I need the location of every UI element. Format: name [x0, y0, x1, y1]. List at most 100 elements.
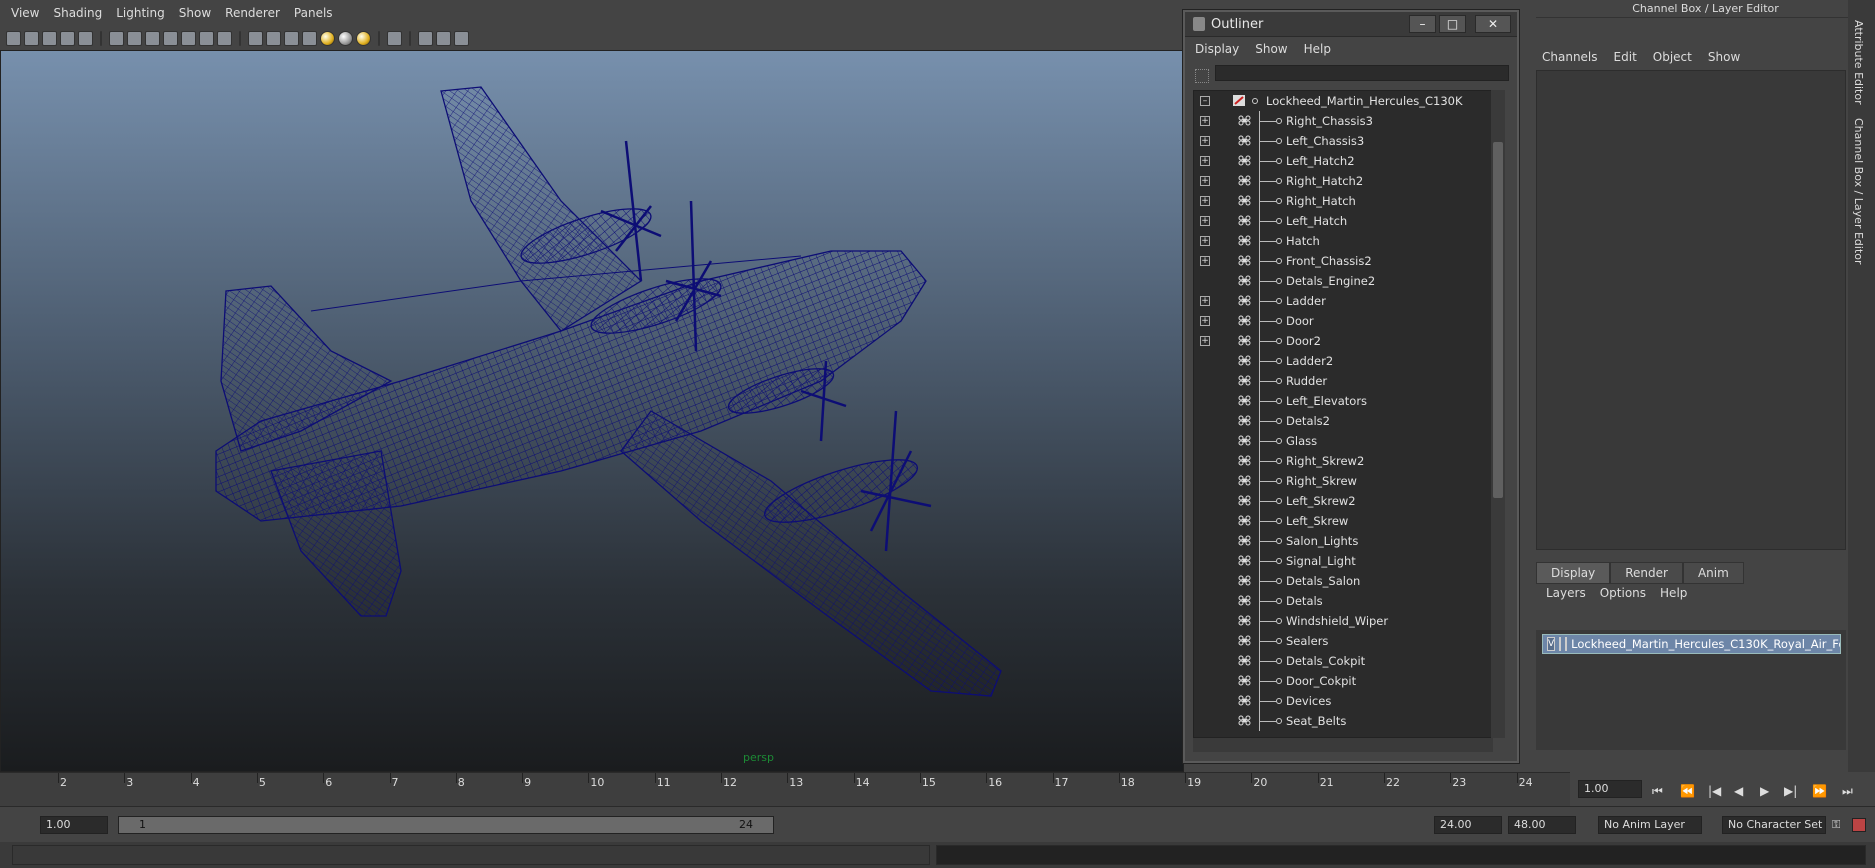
expand-toggle[interactable]: + — [1200, 256, 1210, 266]
outliner-item[interactable]: Devices — [1194, 691, 1492, 711]
channel-menu-channels[interactable]: Channels — [1542, 50, 1598, 64]
high-quality-icon[interactable] — [356, 30, 371, 46]
outliner-item[interactable]: Rudder — [1194, 371, 1492, 391]
xray-components-icon[interactable] — [454, 30, 469, 46]
outliner-vertical-scrollbar[interactable] — [1491, 90, 1505, 738]
outliner-item[interactable]: Left_Skrew2 — [1194, 491, 1492, 511]
layer-color-swatch[interactable] — [1565, 637, 1568, 651]
camera-select-icon[interactable] — [6, 30, 21, 46]
isolate-select-icon[interactable] — [387, 30, 402, 46]
camera-attributes-icon[interactable] — [24, 30, 39, 46]
expand-toggle[interactable]: + — [1200, 316, 1210, 326]
outliner-menu-help[interactable]: Help — [1304, 42, 1331, 56]
character-set-select[interactable]: No Character Set — [1722, 816, 1826, 834]
outliner-item[interactable]: + Right_Hatch — [1194, 191, 1492, 211]
outliner-item[interactable]: Windshield_Wiper — [1194, 611, 1492, 631]
scrollbar-thumb[interactable] — [1493, 142, 1503, 498]
outliner-item[interactable]: Detals_Salon — [1194, 571, 1492, 591]
outliner-item[interactable]: Detals_Engine2 — [1194, 271, 1492, 291]
layer-template-toggle[interactable] — [1559, 637, 1562, 651]
outliner-item[interactable]: Detals2 — [1194, 411, 1492, 431]
expand-toggle[interactable]: + — [1200, 216, 1210, 226]
step-forward-key-icon[interactable]: ⏩ — [1812, 784, 1827, 798]
expand-toggle[interactable]: + — [1200, 196, 1210, 206]
channel-menu-object[interactable]: Object — [1653, 50, 1692, 64]
menu-renderer[interactable]: Renderer — [218, 6, 287, 20]
image-plane-icon[interactable] — [60, 30, 75, 46]
command-input[interactable] — [12, 845, 930, 865]
film-gate-icon[interactable] — [127, 30, 142, 46]
outliner-window[interactable]: Outliner – □ ✕ Display Show Help – Lockheed… — [1183, 10, 1519, 763]
outliner-item[interactable]: + Left_Chassis3 — [1194, 131, 1492, 151]
expand-toggle[interactable]: + — [1200, 176, 1210, 186]
go-to-end-icon[interactable]: ⏭ — [1842, 784, 1853, 799]
end-time-field[interactable]: 24.00 — [1434, 816, 1502, 834]
close-button[interactable]: ✕ — [1475, 15, 1511, 33]
menu-view[interactable]: View — [4, 6, 46, 20]
layer-visibility-toggle[interactable]: V — [1547, 637, 1556, 651]
start-time-field[interactable]: 1.00 — [40, 816, 108, 834]
resolution-gate-icon[interactable] — [145, 30, 160, 46]
outliner-item[interactable]: Salon_Lights — [1194, 531, 1492, 551]
filter-icon[interactable] — [1195, 69, 1209, 83]
play-backwards-icon[interactable]: ◀ — [1734, 784, 1743, 798]
expand-toggle[interactable]: + — [1200, 116, 1210, 126]
channel-list[interactable] — [1536, 70, 1846, 550]
shadows-icon[interactable] — [338, 30, 353, 46]
maximize-button[interactable]: □ — [1439, 15, 1466, 33]
preferences-icon[interactable] — [1852, 818, 1866, 832]
safe-action-icon[interactable] — [199, 30, 214, 46]
display-layer-row[interactable]: V Lockheed_Martin_Hercules_C130K_Royal_A… — [1542, 634, 1841, 654]
gate-mask-icon[interactable] — [163, 30, 178, 46]
smooth-shade-icon[interactable] — [266, 30, 281, 46]
current-frame-field[interactable]: 1.00 — [1578, 780, 1642, 798]
outliner-item[interactable]: + Left_Hatch — [1194, 211, 1492, 231]
outliner-filter-input[interactable] — [1215, 65, 1509, 81]
expand-toggle[interactable]: + — [1200, 136, 1210, 146]
xray-icon[interactable] — [418, 30, 433, 46]
step-back-frame-icon[interactable]: |◀ — [1708, 784, 1721, 798]
field-chart-icon[interactable] — [181, 30, 196, 46]
outliner-item[interactable]: Signal_Light — [1194, 551, 1492, 571]
expand-toggle[interactable]: + — [1200, 236, 1210, 246]
menu-panels[interactable]: Panels — [287, 6, 340, 20]
layer-menu-layers[interactable]: Layers — [1546, 586, 1586, 600]
outliner-horizontal-scrollbar[interactable] — [1193, 738, 1493, 752]
step-forward-frame-icon[interactable]: ▶| — [1784, 784, 1797, 798]
attribute-editor-tab[interactable]: Attribute Editor — [1852, 20, 1865, 105]
outliner-tree[interactable]: – Lockheed_Martin_Hercules_C130K + Right_Ch… — [1193, 90, 1493, 738]
wireframe-on-shaded-icon[interactable] — [284, 30, 299, 46]
outliner-item[interactable]: Left_Elevators — [1194, 391, 1492, 411]
step-back-key-icon[interactable]: ⏪ — [1680, 784, 1695, 798]
outliner-item[interactable]: + Ladder — [1194, 291, 1492, 311]
collapse-toggle[interactable]: – — [1200, 96, 1210, 106]
outliner-item[interactable]: + Door2 — [1194, 331, 1492, 351]
grid-icon[interactable] — [109, 30, 124, 46]
outliner-item[interactable]: Ladder2 — [1194, 351, 1492, 371]
outliner-item[interactable]: + Left_Hatch2 — [1194, 151, 1492, 171]
tab-render[interactable]: Render — [1610, 562, 1683, 584]
outliner-item[interactable]: Glass — [1194, 431, 1492, 451]
expand-toggle[interactable]: + — [1200, 336, 1210, 346]
channel-menu-show[interactable]: Show — [1708, 50, 1740, 64]
grid-snap-icon[interactable] — [78, 30, 93, 46]
outliner-root-item[interactable]: – Lockheed_Martin_Hercules_C130K — [1194, 91, 1492, 111]
outliner-item[interactable]: + Door — [1194, 311, 1492, 331]
expand-toggle[interactable]: + — [1200, 296, 1210, 306]
channel-box-tab[interactable]: Channel Box / Layer Editor — [1852, 118, 1865, 265]
safe-title-icon[interactable] — [217, 30, 232, 46]
outliner-item[interactable]: Detals — [1194, 591, 1492, 611]
anim-layer-select[interactable]: No Anim Layer — [1598, 816, 1702, 834]
outliner-item[interactable]: + Right_Chassis3 — [1194, 111, 1492, 131]
key-icon[interactable]: ⚿ — [1832, 818, 1840, 832]
minimize-button[interactable]: – — [1409, 15, 1436, 33]
outliner-menu-show[interactable]: Show — [1255, 42, 1287, 56]
menu-lighting[interactable]: Lighting — [109, 6, 172, 20]
outliner-item[interactable]: Right_Skrew2 — [1194, 451, 1492, 471]
tab-anim[interactable]: Anim — [1682, 562, 1744, 584]
layer-menu-help[interactable]: Help — [1660, 586, 1687, 600]
wireframe-icon[interactable] — [248, 30, 263, 46]
outliner-titlebar[interactable]: Outliner – □ ✕ — [1185, 12, 1517, 37]
bookmark-icon[interactable] — [42, 30, 57, 46]
outliner-item[interactable]: Sealers — [1194, 631, 1492, 651]
